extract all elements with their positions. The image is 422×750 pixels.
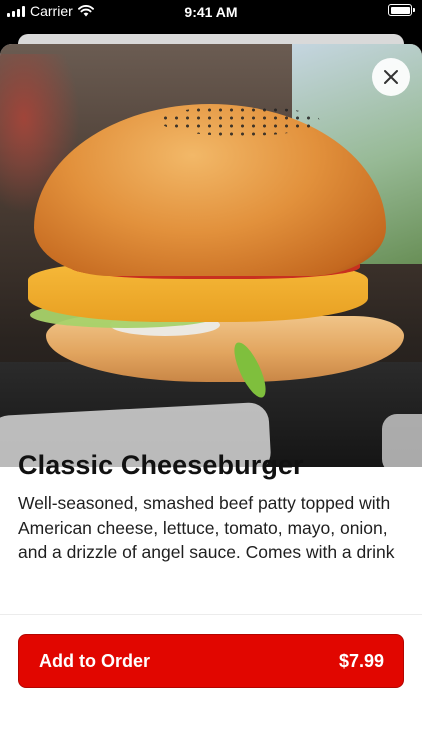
item-title: Classic Cheeseburger [18, 450, 304, 480]
item-price: $7.99 [338, 650, 384, 671]
sesame-seeds [160, 106, 320, 136]
status-time: 9:41 AM [184, 4, 238, 20]
status-right [388, 4, 415, 16]
divider [0, 614, 422, 615]
close-button[interactable] [372, 58, 410, 96]
add-to-order-label: Add to Order [39, 650, 150, 671]
status-bar: Carrier 9:41 AM [0, 0, 422, 24]
add-to-order-button[interactable]: Add to Order $7.99 [18, 634, 404, 688]
battery-icon [388, 4, 415, 16]
item-description: Well-seasoned, smashed beef patty topped… [18, 493, 395, 562]
cheeseburger-photo-icon [0, 44, 422, 467]
item-image [0, 44, 422, 467]
item-info: Classic Cheeseburger Well-seasoned, smas… [18, 450, 404, 565]
close-icon [384, 70, 398, 84]
